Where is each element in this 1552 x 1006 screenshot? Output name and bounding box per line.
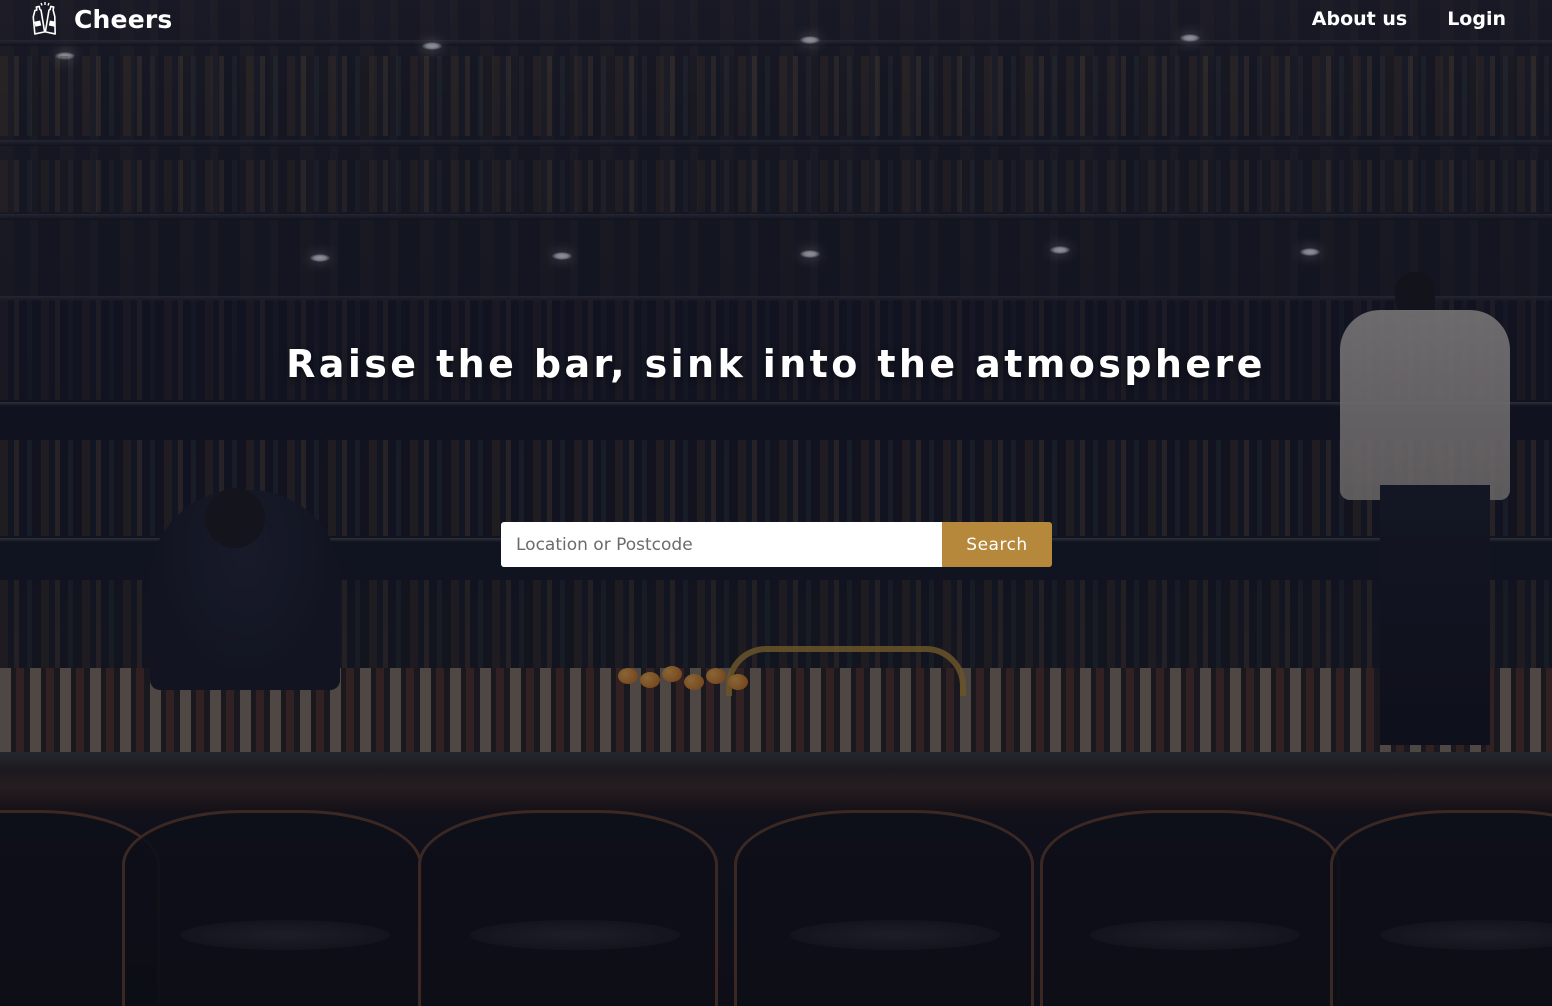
- beer-bottles-icon: [32, 2, 56, 35]
- hero-title: Raise the bar, sink into the atmosphere: [286, 342, 1266, 386]
- dark-overlay: [0, 0, 1552, 1006]
- brand-logo-link[interactable]: Cheers: [28, 2, 172, 36]
- location-search-form: Search: [501, 522, 1052, 567]
- hero-background-image: [0, 0, 1552, 1006]
- nav-link-about-us[interactable]: About us: [1312, 8, 1407, 30]
- nav-link-login[interactable]: Login: [1447, 8, 1506, 30]
- location-search-input[interactable]: [501, 522, 942, 567]
- brand-name: Cheers: [74, 4, 173, 34]
- search-button[interactable]: Search: [942, 522, 1052, 567]
- top-navbar: Cheers About us Login: [0, 0, 1552, 38]
- nav-links: About us Login: [1312, 8, 1506, 30]
